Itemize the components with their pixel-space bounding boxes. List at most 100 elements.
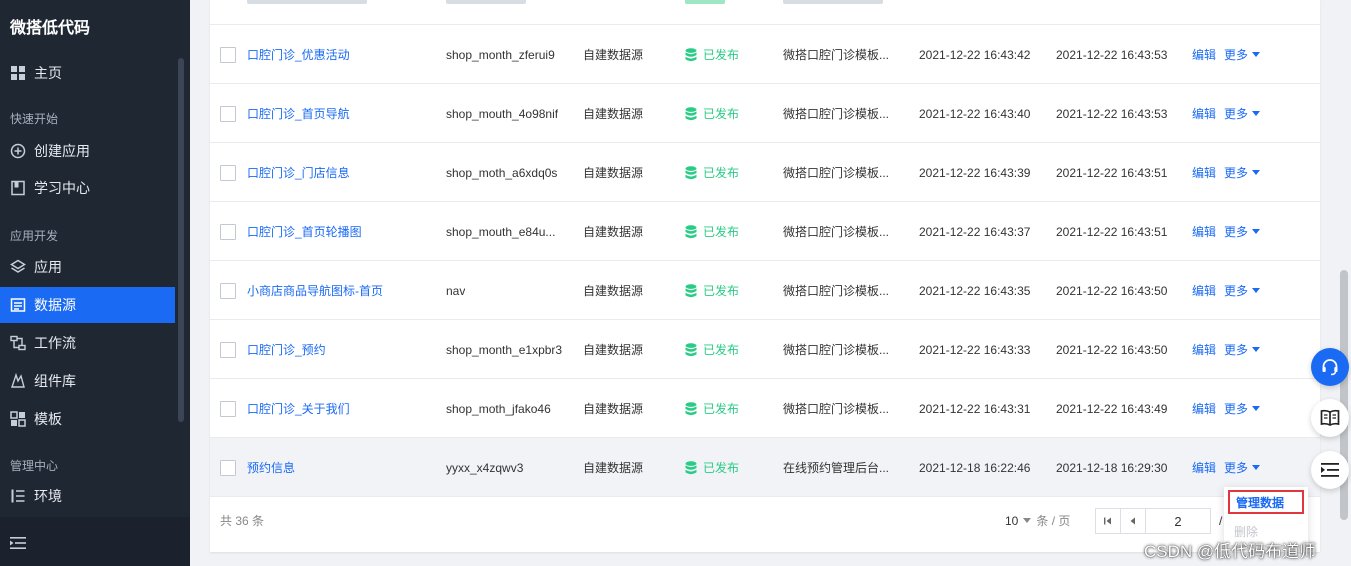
more-actions-button[interactable]: 更多 — [1224, 143, 1261, 202]
publish-status-label: 已发布 — [703, 461, 740, 475]
database-icon — [685, 47, 697, 61]
sidebar-item-label: 学习中心 — [34, 180, 90, 196]
datasource-name-link[interactable]: 口腔门诊_门店信息 — [247, 143, 350, 202]
more-actions-button[interactable]: 更多 — [1224, 25, 1261, 84]
sidebar-item-label: 创建应用 — [34, 143, 90, 159]
sidebar-item-8[interactable]: 组件库 — [0, 363, 175, 399]
sidebar-item-6[interactable]: 数据源 — [0, 287, 175, 323]
more-actions-button[interactable]: 更多 — [1224, 379, 1261, 438]
sidebar-scrollbar[interactable] — [178, 58, 184, 422]
datasource-name-link[interactable]: 口腔门诊_优惠活动 — [247, 25, 350, 84]
datasource-description: 微搭口腔门诊模板... — [783, 225, 890, 239]
sidebar-item-label: 应用 — [34, 259, 62, 275]
more-actions-label: 更多 — [1224, 284, 1249, 298]
row-checkbox[interactable] — [220, 105, 236, 122]
component-icon — [10, 373, 26, 389]
updated-time: 2021-12-18 16:29:30 — [1056, 460, 1168, 475]
datasource-type: 自建数据源 — [583, 343, 644, 357]
updated-time: 2021-12-22 16:43:51 — [1056, 165, 1168, 180]
edit-button[interactable]: 编辑 — [1192, 438, 1216, 497]
manage-data-menu-item[interactable]: 管理数据 — [1228, 490, 1304, 514]
created-time: 2021-12-22 16:43:42 — [919, 47, 1031, 62]
support-button[interactable] — [1311, 348, 1349, 386]
datasource-type: 自建数据源 — [583, 48, 644, 62]
sidebar-item-2[interactable]: 创建应用 — [0, 133, 175, 169]
more-actions-button[interactable]: 更多 — [1224, 261, 1261, 320]
sidebar-item-5[interactable]: 应用 — [0, 249, 175, 285]
sidebar-item-9[interactable]: 模板 — [0, 401, 175, 437]
publish-status-label: 已发布 — [703, 402, 740, 416]
datasource-name-link[interactable]: 预约信息 — [247, 438, 295, 497]
chevron-down-icon — [1252, 465, 1261, 470]
collapse-menu-icon[interactable] — [10, 536, 26, 550]
row-checkbox[interactable] — [220, 223, 236, 240]
database-icon — [685, 224, 697, 238]
row-checkbox[interactable] — [220, 164, 236, 181]
updated-time: 2021-12-22 16:43:53 — [1056, 47, 1168, 62]
first-page-button[interactable] — [1095, 508, 1121, 534]
datasource-name-link[interactable]: 口腔门诊_首页导航 — [247, 84, 350, 143]
datasource-name-link[interactable]: 小商店商品导航图标-首页 — [247, 261, 383, 320]
created-time: 2021-12-22 16:43:37 — [919, 224, 1031, 239]
more-actions-label: 更多 — [1224, 107, 1249, 121]
sidebar-item-3[interactable]: 学习中心 — [0, 170, 175, 206]
book-icon — [10, 180, 26, 196]
sidebar-item-0[interactable]: 主页 — [0, 55, 175, 91]
more-actions-button[interactable]: 更多 — [1224, 84, 1261, 143]
more-actions-label: 更多 — [1224, 48, 1249, 62]
sidebar-item-7[interactable]: 工作流 — [0, 325, 175, 361]
edit-button[interactable]: 编辑 — [1192, 84, 1216, 143]
edit-button[interactable]: 编辑 — [1192, 379, 1216, 438]
row-checkbox[interactable] — [220, 341, 236, 358]
table-row: 小商店商品导航图标-首页 nav 自建数据源 已发布 微搭口腔门诊模板... 2021-1… — [210, 261, 1320, 320]
more-actions-label: 更多 — [1224, 402, 1249, 416]
edit-button[interactable]: 编辑 — [1192, 25, 1216, 84]
datasource-name-link[interactable]: 口腔门诊_预约 — [247, 320, 326, 379]
sidebar-item-label: 组件库 — [34, 373, 76, 389]
row-checkbox[interactable] — [220, 46, 236, 63]
table-row-partial — [210, 0, 1320, 25]
open-book-icon — [1320, 409, 1340, 426]
table-row: 口腔门诊_门店信息 shop_moth_a6xdq0s 自建数据源 已发布 微搭口腔门诊… — [210, 143, 1320, 202]
sidebar-item-11[interactable]: 环境 — [0, 478, 175, 514]
table-row: 预约信息 yyxx_x4zqwv3 自建数据源 已发布 在线预约管理后台... 2021-… — [210, 438, 1320, 497]
publish-status-label: 已发布 — [703, 225, 740, 239]
row-checkbox[interactable] — [220, 459, 236, 476]
edit-button[interactable]: 编辑 — [1192, 143, 1216, 202]
row-checkbox[interactable] — [220, 282, 236, 299]
updated-time: 2021-12-22 16:43:50 — [1056, 342, 1168, 357]
partial-row-fragment — [783, 0, 883, 4]
more-actions-button[interactable]: 更多 — [1224, 202, 1261, 261]
sidebar-section-label: 应用开发 — [10, 229, 59, 243]
more-actions-label: 更多 — [1224, 343, 1249, 357]
database-icon — [685, 165, 697, 179]
edit-button[interactable]: 编辑 — [1192, 320, 1216, 379]
publish-status-label: 已发布 — [703, 48, 740, 62]
page-separator: / — [1219, 514, 1223, 528]
more-actions-label: 更多 — [1224, 225, 1249, 239]
datasource-name-link[interactable]: 口腔门诊_关于我们 — [247, 379, 350, 438]
datasource-name-link[interactable]: 口腔门诊_首页轮播图 — [247, 202, 362, 261]
row-checkbox[interactable] — [220, 400, 236, 417]
docs-button[interactable] — [1311, 399, 1349, 437]
publish-status: 已发布 — [685, 438, 739, 497]
datasource-type: 自建数据源 — [583, 166, 644, 180]
page-number-input[interactable] — [1145, 508, 1211, 534]
table-row: 口腔门诊_首页轮播图 shop_mouth_e84u... 自建数据源 已发布 微搭口腔… — [210, 202, 1320, 261]
publish-status: 已发布 — [685, 320, 739, 379]
edit-button[interactable]: 编辑 — [1192, 202, 1216, 261]
layers-icon — [10, 259, 26, 275]
total-count: 共 36 条 — [220, 514, 265, 528]
datasource-identifier: shop_moth_a6xdq0s — [446, 165, 558, 180]
datasource-type: 自建数据源 — [583, 402, 644, 416]
edit-button[interactable]: 编辑 — [1192, 261, 1216, 320]
created-time: 2021-12-22 16:43:35 — [919, 283, 1031, 298]
datasource-description: 微搭口腔门诊模板... — [783, 166, 890, 180]
publish-status-label: 已发布 — [703, 284, 740, 298]
more-actions-button[interactable]: 更多 — [1224, 320, 1261, 379]
outline-button[interactable] — [1311, 451, 1349, 489]
page-size-select[interactable]: 10 条 / 页 — [1005, 497, 1070, 544]
table-row: 口腔门诊_首页导航 shop_mouth_4o98nif 自建数据源 已发布 微搭口腔门… — [210, 84, 1320, 143]
prev-page-button[interactable] — [1120, 508, 1146, 534]
updated-time: 2021-12-22 16:43:50 — [1056, 283, 1168, 298]
